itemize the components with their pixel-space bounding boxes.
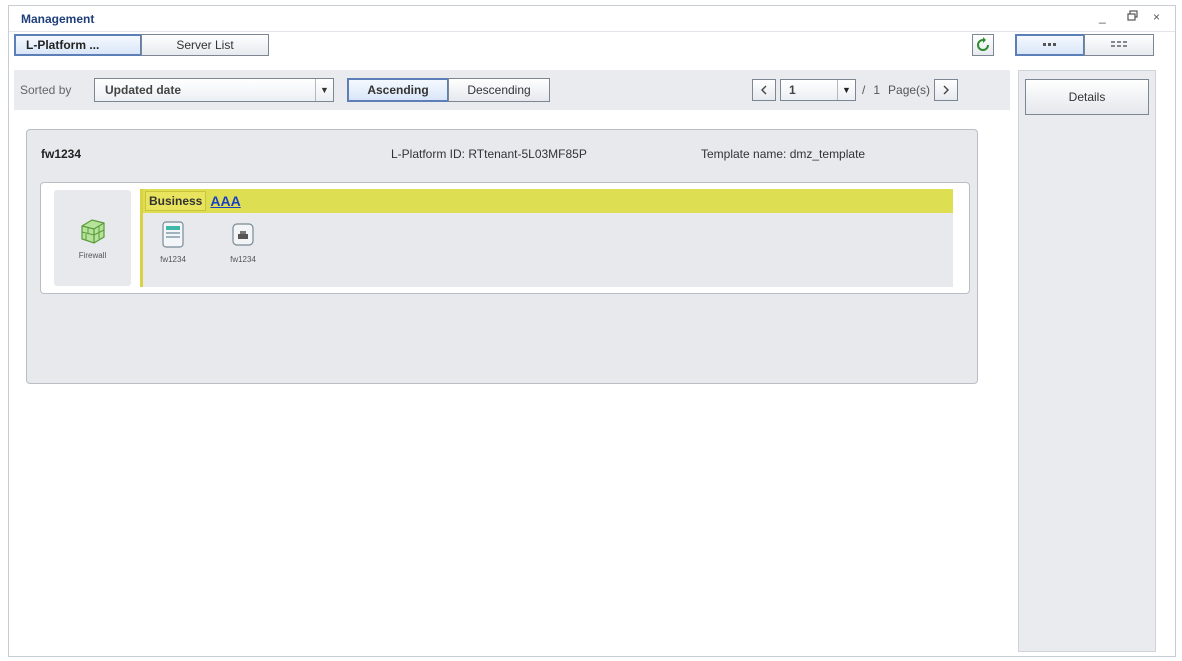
segment-name-link[interactable]: AAA xyxy=(210,193,240,209)
tab-l-platform[interactable]: L-Platform ... xyxy=(14,34,142,56)
server-node[interactable]: fw1234 xyxy=(148,221,198,264)
page-separator: / xyxy=(862,83,866,97)
sort-order-toggle: Ascending Descending xyxy=(347,78,550,102)
disk-icon xyxy=(232,223,254,246)
list-view-icon xyxy=(1043,43,1056,46)
disk-node[interactable]: fw1234 xyxy=(218,221,268,264)
disk-node-label: fw1234 xyxy=(230,255,256,264)
details-button[interactable]: Details xyxy=(1025,79,1149,115)
chevron-right-icon xyxy=(943,85,950,95)
sort-label: Sorted by xyxy=(20,83,72,97)
network-diagram: Firewall Business AAA fw1234 fw1234 xyxy=(40,182,970,294)
sort-select[interactable]: Updated date ▼ xyxy=(94,78,334,102)
l-platform-name: fw1234 xyxy=(41,147,82,161)
descending-button[interactable]: Descending xyxy=(448,78,550,102)
window-title: Management xyxy=(21,12,95,26)
minimize-icon[interactable]: _ xyxy=(1099,10,1106,24)
title-bar: Management _ × xyxy=(9,6,1175,32)
refresh-icon xyxy=(977,37,989,51)
page-select[interactable]: 1 ▼ xyxy=(780,79,856,101)
view-toggle xyxy=(1015,34,1154,56)
tab-bar: L-Platform ... Server List xyxy=(14,34,269,56)
list-view-button[interactable] xyxy=(1015,34,1085,56)
chevron-down-icon: ▼ xyxy=(315,79,333,101)
page-total: 1 xyxy=(873,83,881,97)
l-platform-id: L-Platform ID: RTtenant-5L03MF85P xyxy=(391,147,587,161)
firewall-icon xyxy=(80,218,105,244)
network-segment: Business AAA fw1234 fw1234 xyxy=(140,189,953,287)
segment-header: Business AAA xyxy=(143,189,953,213)
segment-type-badge: Business xyxy=(145,191,207,211)
restore-icon[interactable] xyxy=(1127,10,1139,25)
details-panel: Details xyxy=(1018,70,1156,652)
pager: 1 ▼ / 1 Page(s) xyxy=(752,78,959,102)
ascending-button[interactable]: Ascending xyxy=(347,78,449,102)
chevron-left-icon xyxy=(761,85,767,95)
next-page-button[interactable] xyxy=(934,79,959,101)
refresh-button[interactable] xyxy=(972,34,994,56)
firewall-node[interactable]: Firewall xyxy=(54,190,131,286)
server-node-label: fw1234 xyxy=(160,255,186,264)
grid-view-icon xyxy=(1111,41,1127,47)
close-icon[interactable]: × xyxy=(1153,10,1160,24)
firewall-label: Firewall xyxy=(78,250,107,260)
server-icon xyxy=(162,221,184,248)
l-platform-card[interactable]: fw1234 L-Platform ID: RTtenant-5L03MF85P… xyxy=(26,129,978,384)
template-name: Template name: dmz_template xyxy=(701,147,866,161)
tab-server-list[interactable]: Server List xyxy=(141,34,269,56)
sort-select-value: Updated date xyxy=(105,83,182,97)
grid-view-button[interactable] xyxy=(1084,34,1154,56)
page-unit: Page(s) xyxy=(888,83,931,97)
prev-page-button[interactable] xyxy=(752,79,776,101)
chevron-down-icon: ▼ xyxy=(837,80,855,100)
sort-toolbar: Sorted by Updated date ▼ Ascending Desce… xyxy=(14,70,1010,110)
page-select-value: 1 xyxy=(789,83,796,97)
